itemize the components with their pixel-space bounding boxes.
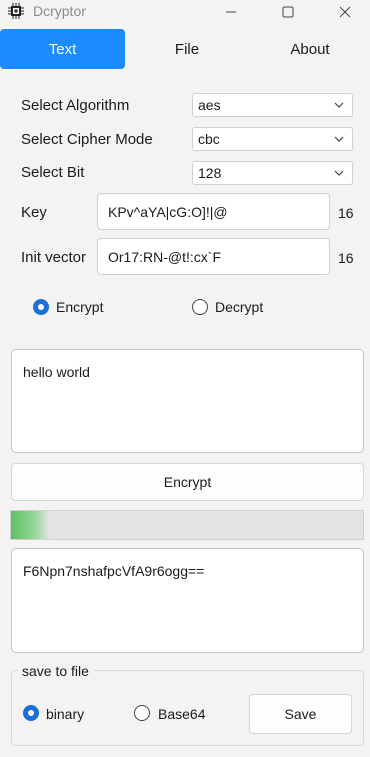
tab-text[interactable]: Text bbox=[0, 29, 125, 69]
maximize-icon bbox=[282, 6, 294, 18]
init-vector-label: Init vector bbox=[21, 249, 87, 266]
binary-radio[interactable] bbox=[23, 705, 39, 721]
chevron-down-icon bbox=[334, 102, 344, 108]
minimize-button[interactable] bbox=[208, 0, 254, 24]
input-textarea[interactable]: hello world bbox=[11, 349, 364, 453]
app-window: Dcryptor Text File About Select Algorith… bbox=[0, 0, 370, 757]
save-button[interactable]: Save bbox=[249, 694, 352, 734]
tab-file[interactable]: File bbox=[125, 29, 249, 69]
key-label: Key bbox=[21, 204, 47, 221]
tab-bar: Text File About bbox=[0, 29, 370, 69]
decrypt-radio-label[interactable]: Decrypt bbox=[215, 299, 263, 315]
window-title: Dcryptor bbox=[33, 3, 86, 19]
algorithm-select[interactable]: aes bbox=[192, 93, 353, 117]
chevron-down-icon bbox=[334, 136, 344, 142]
chevron-down-icon bbox=[334, 170, 344, 176]
bit-select[interactable]: 128 bbox=[192, 161, 353, 185]
close-icon bbox=[339, 6, 351, 18]
encrypt-button[interactable]: Encrypt bbox=[11, 463, 364, 501]
title-bar: Dcryptor bbox=[0, 0, 370, 24]
output-textarea[interactable]: F6Npn7nshafpcVfA9r6ogg== bbox=[11, 548, 364, 653]
progress-fill bbox=[11, 511, 50, 539]
close-button[interactable] bbox=[322, 0, 368, 24]
cipher-mode-select[interactable]: cbc bbox=[192, 127, 353, 151]
bit-value: 128 bbox=[198, 165, 222, 181]
base64-radio-label[interactable]: Base64 bbox=[158, 706, 205, 722]
app-chip-icon bbox=[8, 3, 24, 19]
key-length: 16 bbox=[338, 205, 354, 221]
encrypt-radio[interactable] bbox=[33, 299, 49, 315]
tab-about[interactable]: About bbox=[250, 29, 370, 69]
binary-radio-label[interactable]: binary bbox=[46, 706, 84, 722]
bit-label: Select Bit bbox=[21, 164, 85, 181]
decrypt-radio[interactable] bbox=[192, 299, 208, 315]
progress-bar bbox=[10, 510, 364, 540]
save-group-title: save to file bbox=[18, 663, 93, 679]
init-vector-length: 16 bbox=[338, 250, 354, 266]
algorithm-label: Select Algorithm bbox=[21, 97, 130, 114]
key-input[interactable]: KPv^aYA|cG:O]!|@ bbox=[97, 193, 330, 230]
minimize-icon bbox=[226, 11, 236, 13]
init-vector-input[interactable]: Or17:RN-@t!:cx`F bbox=[97, 238, 330, 275]
maximize-button[interactable] bbox=[265, 0, 311, 24]
algorithm-value: aes bbox=[198, 97, 221, 113]
base64-radio[interactable] bbox=[134, 705, 150, 721]
encrypt-radio-label[interactable]: Encrypt bbox=[56, 299, 103, 315]
cipher-mode-value: cbc bbox=[198, 131, 220, 147]
cipher-mode-label: Select Cipher Mode bbox=[21, 131, 153, 148]
